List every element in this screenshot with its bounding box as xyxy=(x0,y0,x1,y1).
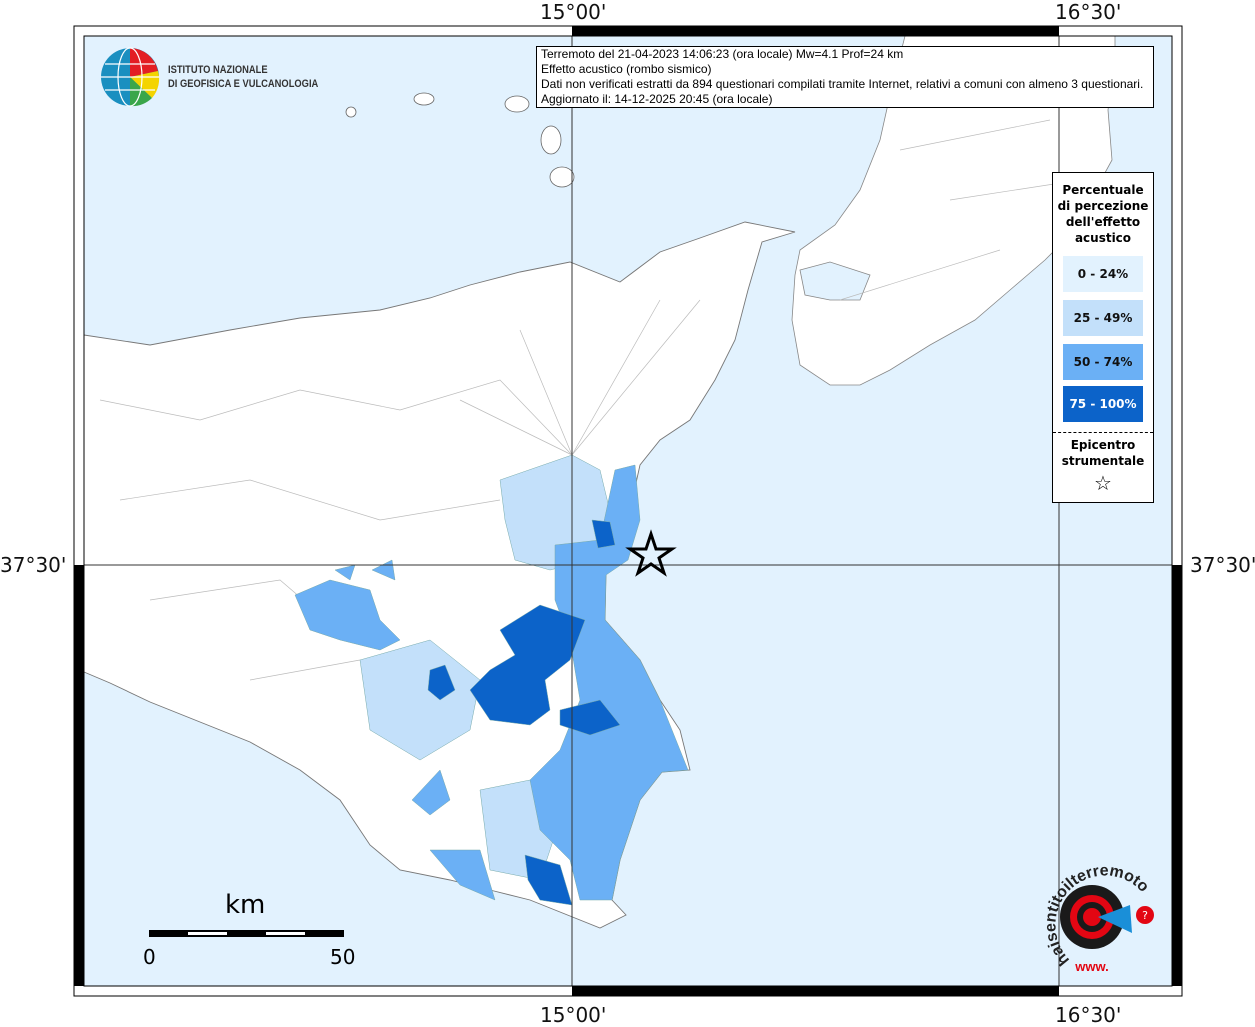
legend-title-line: dell'effetto xyxy=(1065,215,1141,229)
legend-epicenter-label: strumentale xyxy=(1061,454,1145,468)
updated-at: Aggiornato il: 14-12-2025 20:45 (ora loc… xyxy=(541,92,773,106)
scale-bar-graphic xyxy=(149,930,344,937)
ingv-name-line2: DI GEOFISICA E VULCANOLOGIA xyxy=(168,78,319,90)
tick-left-37-30: 37°30' xyxy=(0,553,67,577)
ingv-globe-icon xyxy=(101,47,160,107)
scale-unit: km xyxy=(225,890,266,920)
legend-star-icon: ☆ xyxy=(1094,471,1112,495)
legend-title-line: acustico xyxy=(1074,231,1132,245)
scale-bar: km 0 50 xyxy=(140,890,355,970)
tick-bottom-15: 15°00' xyxy=(540,1003,607,1027)
legend-class-0-24: 0 - 24% xyxy=(1063,256,1143,292)
legend-title: Percentuale di percezione dell'effetto a… xyxy=(1053,182,1153,246)
event-title: Terremoto del 21-04-2023 14:06:23 (ora l… xyxy=(541,47,904,61)
legend-epicenter-label: Epicentro xyxy=(1070,438,1136,452)
scale-max: 50 xyxy=(330,945,356,969)
tick-right-37-30: 37°30' xyxy=(1190,553,1255,577)
data-note: Dati non verificati estratti da 894 ques… xyxy=(541,77,1144,91)
ingv-logo: ISTITUTO NAZIONALE DI GEOFISICA E VULCAN… xyxy=(100,46,345,108)
legend-title-line: Percentuale xyxy=(1062,183,1144,197)
legend-divider xyxy=(1053,432,1153,433)
legend-class-75-100: 75 - 100% xyxy=(1063,386,1143,422)
tick-top-16-30: 16°30' xyxy=(1055,0,1122,24)
tick-top-15: 15°00' xyxy=(540,0,607,24)
scale-min: 0 xyxy=(143,945,156,969)
legend-class-25-49: 25 - 49% xyxy=(1063,300,1143,336)
hsit-logo-prefix: www. xyxy=(1074,959,1108,974)
legend-class-50-74: 50 - 74% xyxy=(1063,344,1143,380)
tick-bottom-16-30: 16°30' xyxy=(1055,1003,1122,1027)
event-info-box: Terremoto del 21-04-2023 14:06:23 (ora l… xyxy=(536,46,1154,108)
svg-text:?: ? xyxy=(1142,909,1148,922)
legend-title-line: di percezione xyxy=(1057,199,1149,213)
hsit-logo: ? haisentitoilterremoto.it www. xyxy=(1030,855,1154,974)
legend: Percentuale di percezione dell'effetto a… xyxy=(1052,172,1154,503)
effect-type: Effetto acustico (rombo sismico) xyxy=(541,62,712,76)
ingv-name-line1: ISTITUTO NAZIONALE xyxy=(168,64,268,76)
